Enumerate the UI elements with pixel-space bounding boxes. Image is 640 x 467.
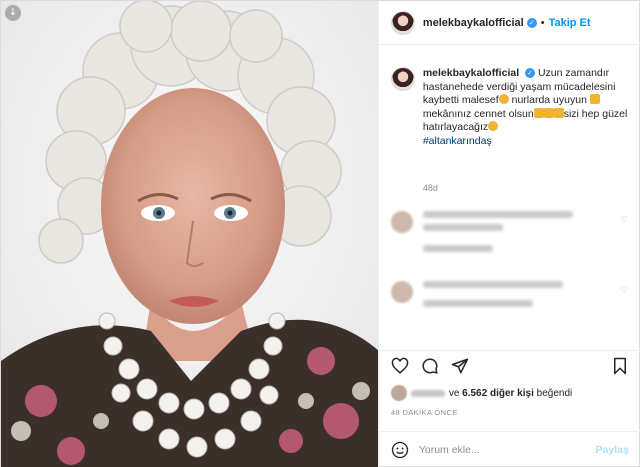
instagram-post: ↓ melekbaykalofficial ✓ • Takip Et melek… (0, 0, 640, 467)
sad-face-emoji-icon (488, 121, 499, 131)
comment-item: ♡ (390, 211, 629, 258)
post-photo[interactable]: ↓ (1, 1, 378, 467)
caption-text-2: nurlarda uyuyun (511, 94, 587, 106)
post-sidebar: melekbaykalofficial ✓ • Takip Et melekba… (377, 1, 640, 467)
verified-badge-icon: ✓ (526, 17, 537, 28)
praying-hands-emoji-icon (533, 107, 544, 118)
comment-like-icon[interactable]: ♡ (620, 217, 629, 226)
comment-input[interactable]: Yorum ekle... (419, 444, 596, 456)
likes-count[interactable]: 6.562 diğer kişi (462, 388, 534, 399)
caption-age: 48d (422, 183, 438, 193)
praying-hands-emoji-icon (553, 107, 564, 118)
likes-text-post: beğendi (536, 387, 573, 399)
praying-hands-emoji-icon (543, 107, 554, 118)
portrait-image (1, 1, 378, 467)
comment-blurred-text (422, 211, 573, 258)
hashtag-link[interactable]: #altankarındaş (423, 135, 492, 147)
commenter-avatar[interactable] (390, 281, 413, 303)
caption-body: melekbaykalofficial ✓ Uzun zamandır hast… (423, 67, 631, 148)
comment-like-icon[interactable]: ♡ (620, 287, 629, 296)
verified-badge-icon: ✓ (525, 68, 536, 79)
comment-item: ♡ (390, 281, 629, 313)
sad-face-emoji-icon (498, 94, 509, 104)
caption-username[interactable]: melekbaykalofficial (423, 67, 519, 79)
likes-text-pre: ve (448, 387, 460, 399)
caption-avatar[interactable] (390, 67, 415, 91)
caption-text-3: mekânınız cennet olsun (422, 107, 534, 120)
action-bar (378, 350, 640, 376)
share-comment-button[interactable]: Paylaş (596, 444, 629, 456)
smiley-icon[interactable] (391, 441, 409, 459)
add-comment-bar: Yorum ekle... Paylaş (378, 431, 640, 467)
paper-plane-icon[interactable] (451, 357, 469, 375)
liker-avatar (390, 385, 407, 401)
comment-icon[interactable] (421, 357, 439, 375)
liker-name-blurred (410, 389, 445, 397)
bookmark-icon[interactable] (611, 357, 629, 375)
author-username[interactable]: melekbaykalofficial (423, 17, 524, 29)
likes-summary[interactable]: ve 6.562 diğer kişi beğendi (390, 385, 573, 401)
follow-button[interactable]: Takip Et (549, 17, 591, 29)
separator-dot: • (540, 16, 545, 29)
download-icon[interactable]: ↓ (5, 5, 21, 21)
commenter-avatar[interactable] (390, 211, 413, 233)
heart-icon[interactable] (391, 357, 409, 375)
post-header: melekbaykalofficial ✓ • Takip Et (378, 1, 640, 45)
author-avatar[interactable] (390, 10, 415, 35)
post-timestamp: 48 DAKİKA ÖNCE (390, 408, 458, 417)
caption: melekbaykalofficial ✓ Uzun zamandır hast… (390, 67, 631, 148)
comment-blurred-text (422, 281, 563, 313)
praying-hands-emoji-icon (589, 94, 600, 104)
